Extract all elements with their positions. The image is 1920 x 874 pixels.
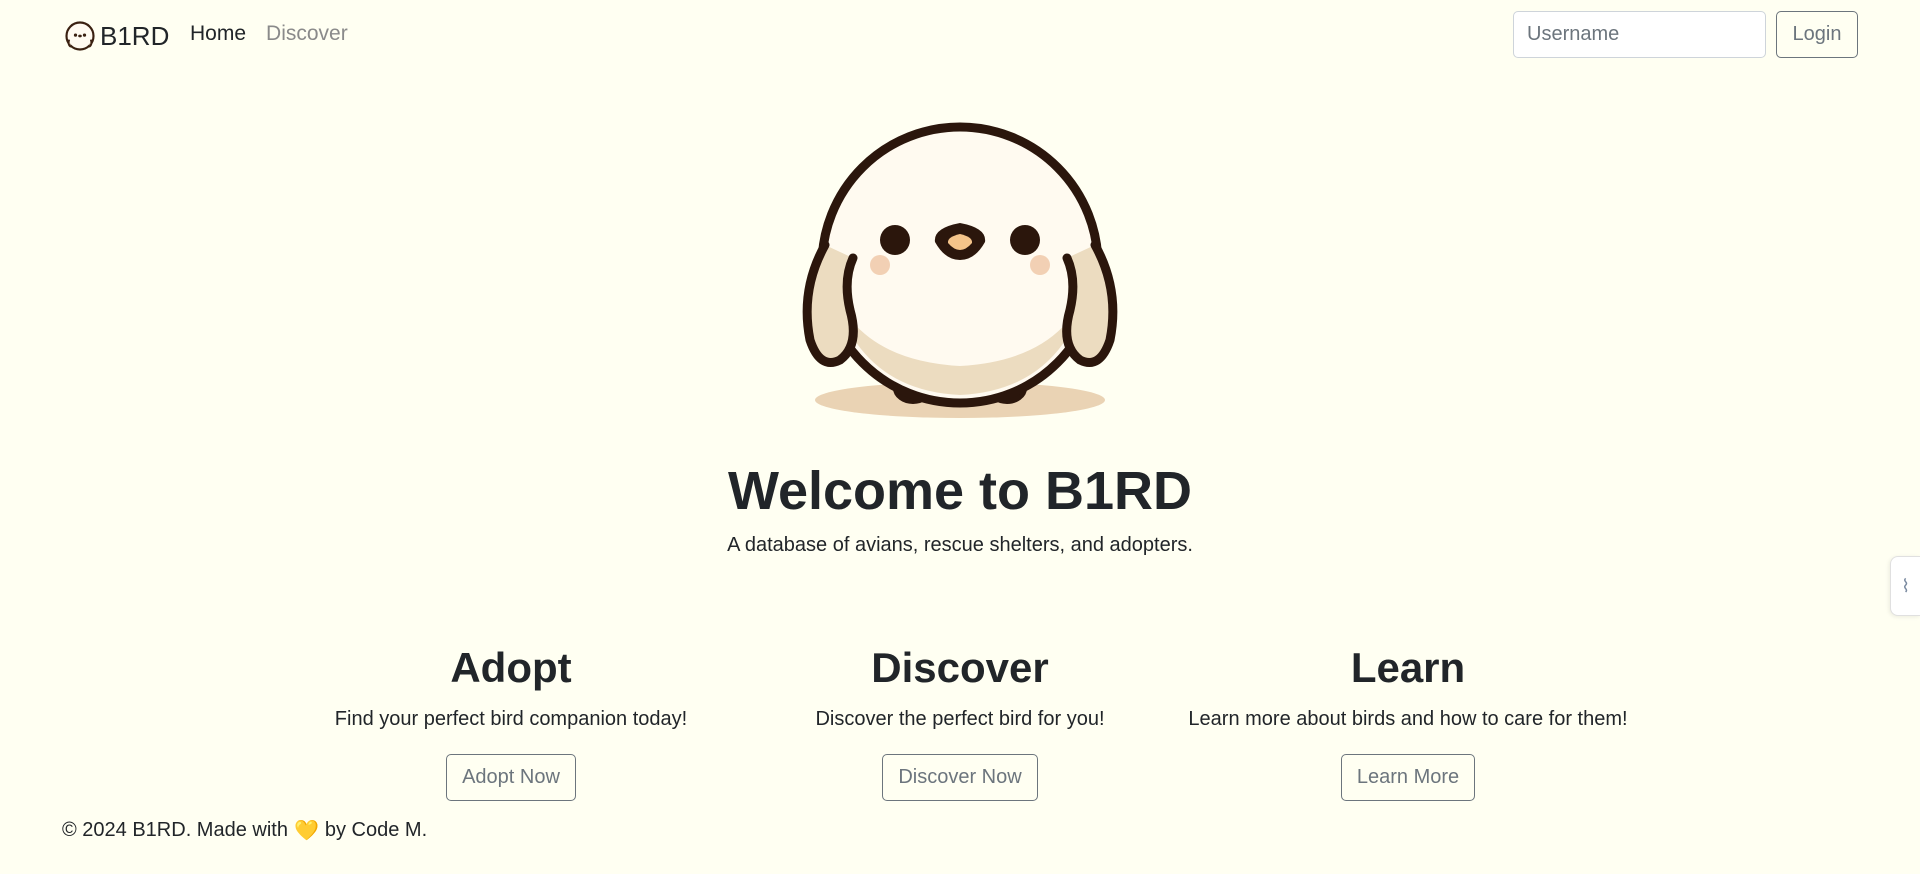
navbar: B1RD Home Discover Login — [0, 0, 1920, 72]
extension-tab-icon[interactable]: ⌇ — [1890, 556, 1920, 616]
feature-text: Find your perfect bird companion today! — [334, 708, 688, 730]
login-button[interactable]: Login — [1776, 11, 1858, 58]
feature-title: Discover — [871, 644, 1049, 691]
username-input[interactable] — [1513, 11, 1766, 58]
hero-subtitle: A database of avians, rescue shelters, a… — [727, 534, 1193, 556]
feature-text: Learn more about birds and how to care f… — [1188, 708, 1628, 730]
discover-now-button[interactable]: Discover Now — [882, 754, 1038, 801]
login-form: Login — [1513, 11, 1858, 58]
bird-logo-icon — [65, 21, 95, 51]
footer: © 2024 B1RD. Made with 💛 by Code M. — [62, 818, 427, 843]
feature-learn: Learn Learn more about birds and how to … — [1178, 640, 1638, 801]
brand-link[interactable]: B1RD — [62, 17, 169, 55]
learn-more-button[interactable]: Learn More — [1340, 754, 1476, 801]
nav-home-link[interactable]: Home — [190, 22, 246, 46]
footer-copyright: © 2024 B1RD. Made with — [62, 819, 288, 841]
feature-discover: Discover Discover the perfect bird for y… — [730, 640, 1190, 801]
feature-adopt: Adopt Find your perfect bird companion t… — [281, 640, 741, 801]
nav-links: Home Discover — [190, 22, 348, 46]
hero-title: Welcome to B1RD — [727, 461, 1193, 521]
side-tab-glyph: ⌇ — [1901, 575, 1910, 596]
feature-title: Adopt — [450, 644, 572, 691]
feature-text: Discover the perfect bird for you! — [815, 708, 1105, 730]
brand-name: B1RD — [100, 20, 170, 51]
footer-author: by Code M. — [324, 819, 428, 841]
heart-icon: 💛 — [293, 820, 319, 842]
nav-discover-link[interactable]: Discover — [266, 22, 348, 46]
bird-mascot-icon — [802, 122, 1118, 418]
adopt-now-button[interactable]: Adopt Now — [446, 754, 576, 801]
feature-title: Learn — [1350, 644, 1466, 691]
